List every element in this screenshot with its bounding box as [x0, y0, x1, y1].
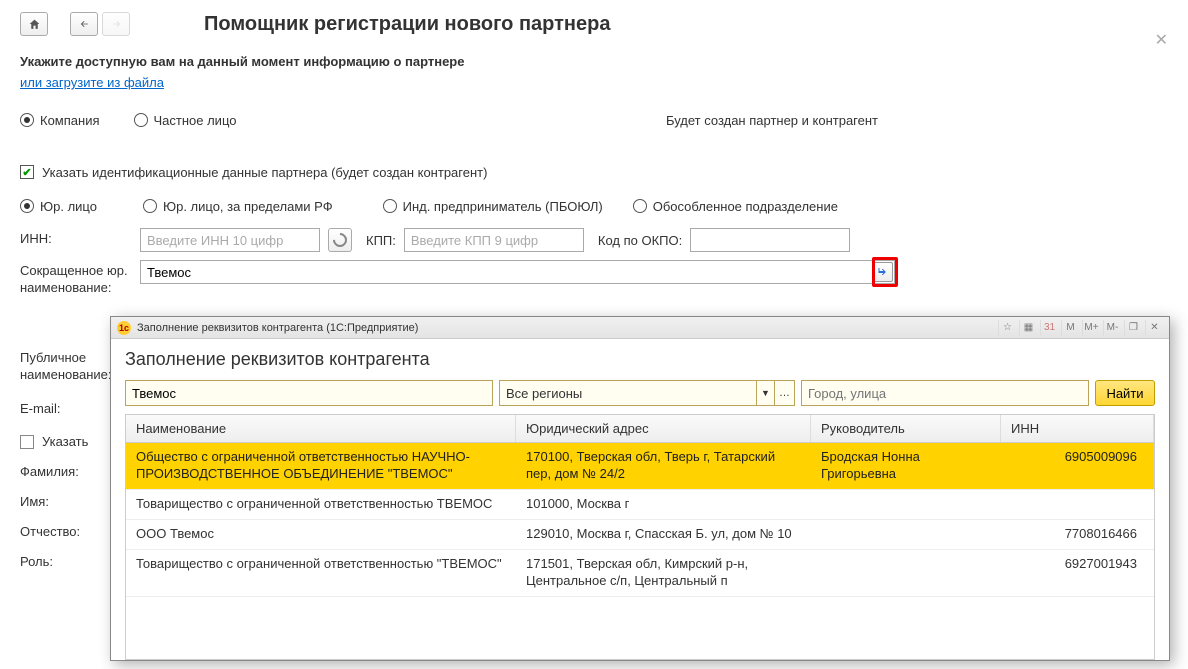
home-icon — [28, 18, 41, 31]
cell-inn: 6905009096 — [1001, 443, 1154, 489]
radio-label: Инд. предприниматель (ПБОЮЛ) — [403, 199, 603, 214]
restore-button[interactable]: ❐ — [1124, 320, 1142, 336]
radio-person[interactable]: Частное лицо — [134, 113, 237, 128]
patronymic-label: Отчество: — [20, 524, 100, 539]
col-addr[interactable]: Юридический адрес — [516, 415, 811, 442]
page-title: Помощник регистрации нового партнера — [204, 13, 610, 36]
subtitle: Укажите доступную вам на данный момент и… — [20, 54, 1168, 69]
kpp-label: КПП: — [366, 233, 396, 248]
col-mgr[interactable]: Руководитель — [811, 415, 1001, 442]
col-inn[interactable]: ИНН — [1001, 415, 1154, 442]
okpo-label: Код по ОКПО: — [598, 233, 682, 248]
close-icon[interactable]: ✕ — [1155, 30, 1168, 50]
cell-mgr — [811, 550, 1001, 596]
mplus-button[interactable]: M+ — [1082, 320, 1100, 336]
radio-label: Обособленное подразделение — [653, 199, 838, 214]
cell-mgr — [811, 520, 1001, 549]
region-dots-button[interactable]: … — [775, 380, 795, 406]
popup-titlebar[interactable]: 1c Заполнение реквизитов контрагента (1С… — [111, 317, 1169, 339]
arrow-right-icon — [110, 19, 123, 29]
cell-inn: 6927001943 — [1001, 550, 1154, 596]
radio-company[interactable]: Компания — [20, 113, 100, 128]
cell-name: Товарищество с ограниченной ответственно… — [126, 550, 516, 596]
favorite-button[interactable]: ☆ — [998, 320, 1016, 336]
radio-label: Частное лицо — [154, 113, 237, 128]
surname-label: Фамилия: — [20, 464, 100, 479]
cell-addr: 171501, Тверская обл, Кимрский р-н, Цент… — [516, 550, 811, 596]
cell-name: Товарищество с ограниченной ответственно… — [126, 490, 516, 519]
forward-button — [102, 12, 130, 36]
shortname-lookup-button[interactable] — [873, 262, 893, 282]
radio-jur-abroad[interactable]: Юр. лицо, за пределами РФ — [143, 199, 333, 214]
ident-checkbox[interactable]: ✔ — [20, 165, 34, 179]
search-term-input[interactable] — [125, 380, 493, 406]
city-input[interactable] — [801, 380, 1089, 406]
calc-button[interactable]: ▦ — [1019, 320, 1037, 336]
mminus-button[interactable]: M- — [1103, 320, 1121, 336]
radio-label: Юр. лицо — [40, 199, 97, 214]
find-button[interactable]: Найти — [1095, 380, 1155, 406]
popup-window-title: Заполнение реквизитов контрагента (1С:Пр… — [137, 322, 418, 334]
radio-subdiv[interactable]: Обособленное подразделение — [633, 199, 838, 214]
popup-window: 1c Заполнение реквизитов контрагента (1С… — [110, 316, 1170, 661]
region-select[interactable]: Все регионы — [499, 380, 757, 406]
radio-jur[interactable]: Юр. лицо — [20, 199, 97, 214]
radio-label: Компания — [40, 113, 100, 128]
name-label: Имя: — [20, 494, 100, 509]
cell-addr: 170100, Тверская обл, Тверь г, Татарский… — [516, 443, 811, 489]
inn-label: ИНН: — [20, 228, 140, 246]
region-dropdown-button[interactable]: ▼ — [757, 380, 775, 406]
table-row[interactable]: Общество с ограниченной ответственностью… — [126, 443, 1154, 490]
ident-checkbox-label: Указать идентификационные данные партнер… — [42, 165, 487, 180]
cell-mgr: Бродская Нонна Григорьевна — [811, 443, 1001, 489]
shortname-input[interactable] — [140, 260, 895, 284]
specify-label: Указать — [42, 434, 88, 449]
load-from-file-link[interactable]: или загрузите из файла — [20, 75, 164, 90]
cell-addr: 129010, Москва г, Спасская Б. ул, дом № … — [516, 520, 811, 549]
home-button[interactable] — [20, 12, 48, 36]
app-icon: 1c — [117, 321, 131, 335]
refresh-icon — [333, 233, 347, 247]
radio-ip[interactable]: Инд. предприниматель (ПБОЮЛ) — [383, 199, 603, 214]
lookup-arrow-icon — [877, 266, 889, 278]
kpp-input[interactable] — [404, 228, 584, 252]
inn-refresh-button[interactable] — [328, 228, 352, 252]
inn-input[interactable] — [140, 228, 320, 252]
m-button[interactable]: M — [1061, 320, 1079, 336]
popup-close-button[interactable]: ✕ — [1145, 320, 1163, 336]
back-button[interactable] — [70, 12, 98, 36]
cell-inn: 7708016466 — [1001, 520, 1154, 549]
okpo-input[interactable] — [690, 228, 850, 252]
creation-hint: Будет создан партнер и контрагент — [666, 113, 1168, 128]
cell-addr: 101000, Москва г — [516, 490, 811, 519]
results-grid: Наименование Юридический адрес Руководит… — [125, 414, 1155, 660]
cell-name: Общество с ограниченной ответственностью… — [126, 443, 516, 489]
specify-checkbox[interactable] — [20, 435, 34, 449]
cell-mgr — [811, 490, 1001, 519]
calendar-button[interactable]: 31 — [1040, 320, 1058, 336]
table-row[interactable]: ООО Твемос129010, Москва г, Спасская Б. … — [126, 520, 1154, 550]
role-label: Роль: — [20, 554, 100, 569]
arrow-left-icon — [78, 19, 91, 29]
radio-label: Юр. лицо, за пределами РФ — [163, 199, 333, 214]
shortname-label: Сокращенное юр. наименование: — [20, 260, 140, 297]
popup-heading: Заполнение реквизитов контрагента — [125, 349, 1155, 370]
table-row[interactable]: Товарищество с ограниченной ответственно… — [126, 550, 1154, 597]
cell-name: ООО Твемос — [126, 520, 516, 549]
table-row[interactable]: Товарищество с ограниченной ответственно… — [126, 490, 1154, 520]
col-name[interactable]: Наименование — [126, 415, 516, 442]
cell-inn — [1001, 490, 1154, 519]
